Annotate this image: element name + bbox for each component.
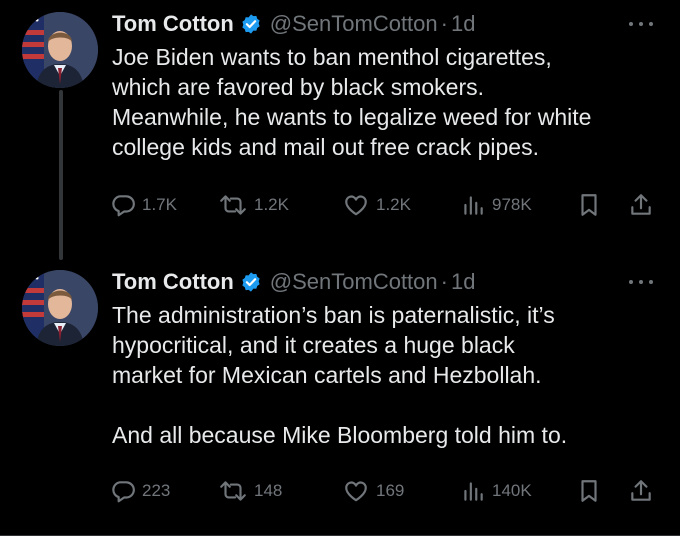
verified-badge-icon — [242, 272, 260, 292]
views-count: 978K — [492, 195, 532, 214]
tweet-timestamp[interactable]: 1d — [451, 11, 475, 37]
author-name[interactable]: Tom Cotton — [112, 269, 234, 295]
author-handle[interactable]: @SenTomCotton — [270, 11, 438, 37]
repost-button[interactable]: 1.2K — [218, 190, 289, 220]
share-button[interactable] — [628, 476, 654, 506]
share-button[interactable] — [628, 190, 654, 220]
repost-icon — [220, 195, 246, 215]
tweet[interactable]: Tom Cotton @SenTomCotton · 1d Joe Biden … — [0, 0, 680, 260]
analytics-icon — [464, 482, 483, 501]
more-options-icon[interactable] — [626, 274, 656, 290]
tweet[interactable]: Tom Cotton @SenTomCotton · 1d The admini… — [0, 258, 680, 536]
avatar[interactable] — [22, 12, 98, 88]
tweet-header: Tom Cotton @SenTomCotton · 1d — [112, 266, 475, 298]
author-handle[interactable]: @SenTomCotton — [270, 269, 438, 295]
bookmark-button[interactable] — [576, 190, 602, 220]
views-button[interactable]: 140K — [460, 476, 532, 506]
separator-dot: · — [440, 269, 448, 294]
tweet-header: Tom Cotton @SenTomCotton · 1d — [112, 8, 475, 40]
tweet-actions: 1.7K 1.2K 1.2K 978K — [110, 190, 670, 220]
profile-photo — [22, 12, 98, 88]
like-button[interactable]: 169 — [342, 476, 404, 506]
bookmark-icon — [581, 194, 597, 216]
tweet-thread: Tom Cotton @SenTomCotton · 1d Joe Biden … — [0, 0, 680, 536]
like-count: 1.2K — [376, 195, 411, 214]
tweet-actions: 223 148 169 140K — [110, 476, 670, 506]
heart-icon — [345, 481, 367, 502]
reply-icon — [112, 481, 135, 503]
reply-count: 1.7K — [142, 195, 177, 214]
repost-icon — [220, 481, 246, 501]
tweet-text: The administration’s ban is paternalisti… — [112, 302, 568, 448]
avatar[interactable] — [22, 270, 98, 346]
reply-button[interactable]: 1.7K — [110, 190, 177, 220]
reply-button[interactable]: 223 — [110, 476, 170, 506]
like-button[interactable]: 1.2K — [342, 190, 411, 220]
verified-badge-icon — [242, 14, 260, 34]
reply-count: 223 — [142, 481, 171, 500]
share-icon — [631, 194, 651, 215]
repost-count: 148 — [254, 481, 283, 500]
tweet-text: Joe Biden wants to ban menthol cigarette… — [112, 44, 592, 160]
views-count: 140K — [492, 481, 532, 500]
reply-icon — [112, 195, 135, 217]
repost-button[interactable]: 148 — [218, 476, 282, 506]
author-name[interactable]: Tom Cotton — [112, 11, 234, 37]
analytics-icon — [464, 196, 483, 215]
bookmark-icon — [581, 480, 597, 502]
profile-photo — [22, 270, 98, 346]
separator-dot: · — [440, 11, 448, 36]
thread-connector-line — [59, 90, 63, 260]
like-count: 169 — [376, 481, 405, 500]
share-icon — [631, 480, 651, 501]
heart-icon — [345, 195, 367, 216]
more-options-icon[interactable] — [626, 16, 656, 32]
repost-count: 1.2K — [254, 195, 289, 214]
bookmark-button[interactable] — [576, 476, 602, 506]
views-button[interactable]: 978K — [460, 190, 532, 220]
tweet-timestamp[interactable]: 1d — [451, 269, 475, 295]
